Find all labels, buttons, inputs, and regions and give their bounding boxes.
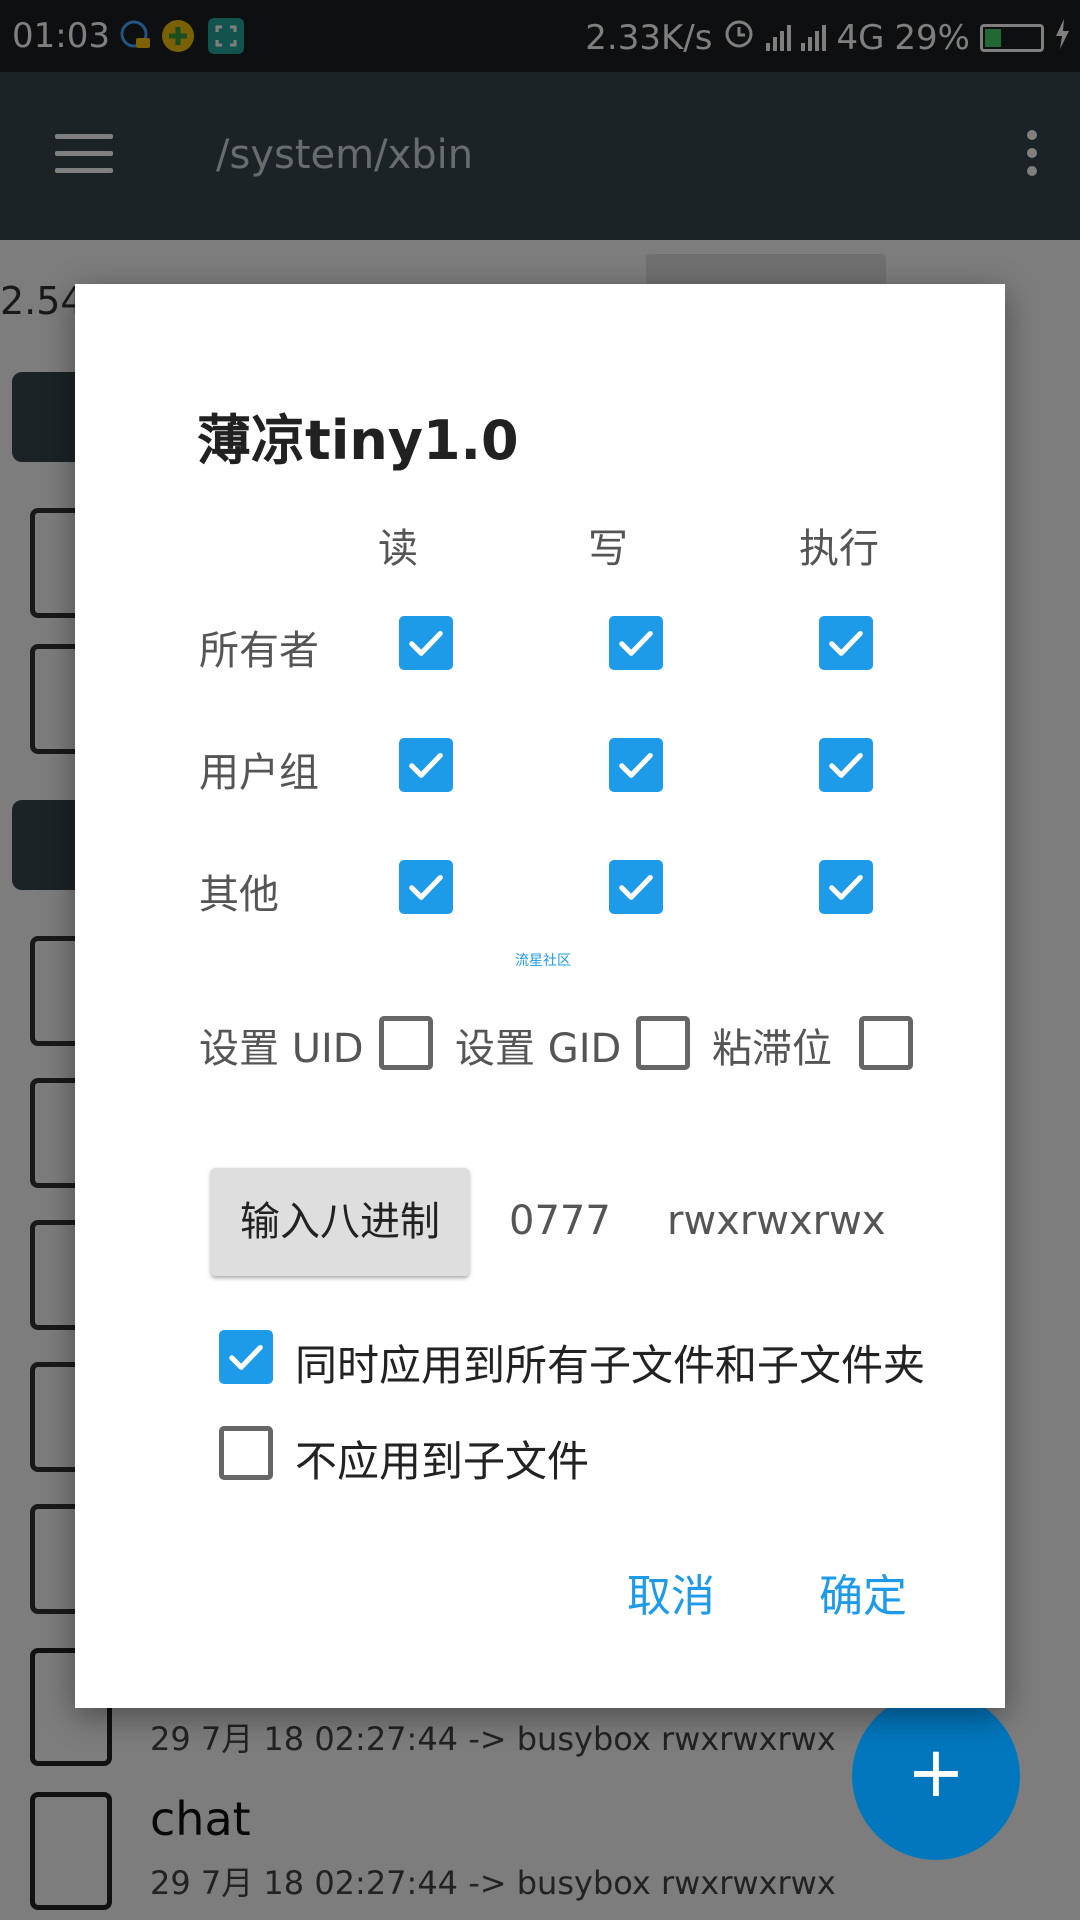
confirm-button[interactable]: 确定 [819, 1560, 907, 1624]
no-apply-children-checkbox[interactable] [219, 1426, 273, 1480]
setgid-checkbox[interactable] [636, 1016, 690, 1070]
setgid-label: 设置 GID [455, 1026, 622, 1072]
sticky-bit-checkbox[interactable] [859, 1016, 913, 1070]
cancel-button[interactable]: 取消 [627, 1560, 715, 1624]
apply-recursive-checkbox[interactable] [219, 1330, 273, 1384]
row-group-label: 用户组 [199, 750, 319, 796]
octal-value: 0777 [509, 1198, 611, 1244]
others-execute-checkbox[interactable] [819, 860, 873, 914]
permissions-dialog: 薄凉tiny1.0 读 写 执行 所有者 用户组 其他 流星社区 设置 UID … [75, 284, 1005, 1708]
group-execute-checkbox[interactable] [819, 738, 873, 792]
dialog-title: 薄凉tiny1.0 [197, 409, 519, 472]
group-write-checkbox[interactable] [609, 738, 663, 792]
group-read-checkbox[interactable] [399, 738, 453, 792]
setuid-checkbox[interactable] [379, 1016, 433, 1070]
apply-recursive-label: 同时应用到所有子文件和子文件夹 [295, 1341, 926, 1390]
column-execute-header: 执行 [799, 526, 879, 572]
watermark: 流星社区 [515, 953, 571, 969]
owner-read-checkbox[interactable] [399, 616, 453, 670]
row-owner-label: 所有者 [199, 628, 319, 674]
others-write-checkbox[interactable] [609, 860, 663, 914]
owner-write-checkbox[interactable] [609, 616, 663, 670]
no-apply-children-label: 不应用到子文件 [295, 1437, 590, 1486]
add-fab-button[interactable]: + [852, 1692, 1020, 1860]
others-read-checkbox[interactable] [399, 860, 453, 914]
enter-octal-button[interactable]: 输入八进制 [211, 1168, 469, 1276]
column-read-header: 读 [378, 526, 418, 572]
permission-string: rwxrwxrwx [667, 1198, 886, 1244]
setuid-label: 设置 UID [199, 1026, 364, 1072]
row-others-label: 其他 [199, 872, 279, 918]
column-write-header: 写 [588, 526, 628, 572]
owner-execute-checkbox[interactable] [819, 616, 873, 670]
sticky-bit-label: 粘滞位 [712, 1026, 832, 1072]
